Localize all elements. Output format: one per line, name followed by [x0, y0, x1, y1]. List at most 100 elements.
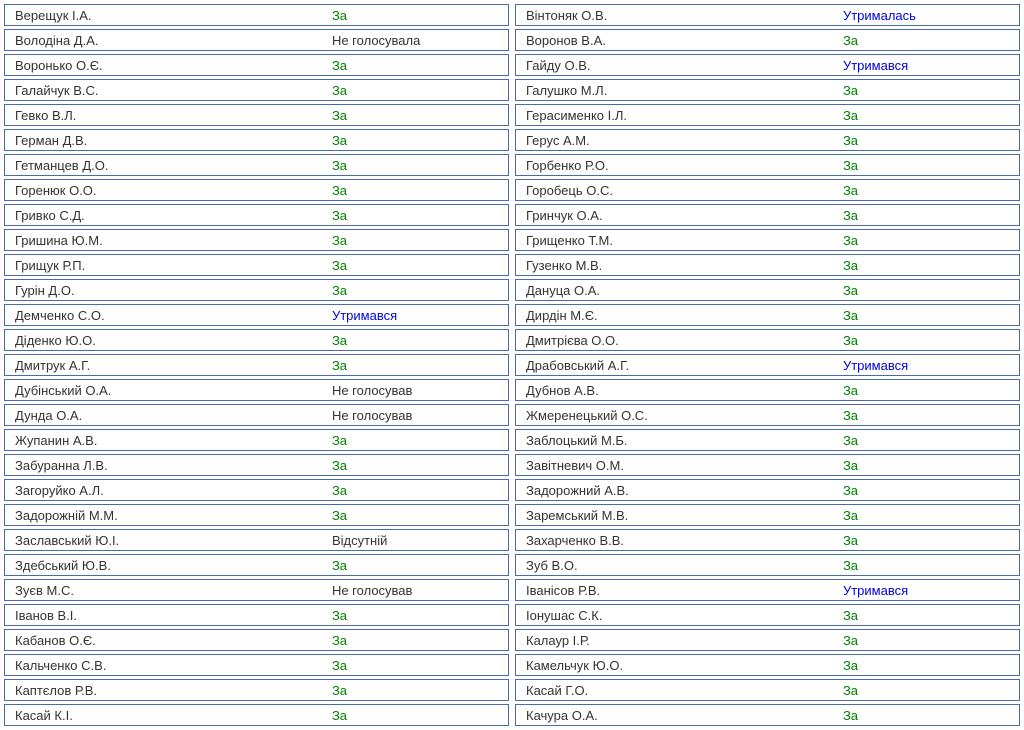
- deputy-name: Іонушас С.К.: [516, 608, 839, 623]
- vote-value: За: [839, 558, 1019, 573]
- deputy-name: Дирдін М.Є.: [516, 308, 839, 323]
- vote-value: За: [839, 708, 1019, 723]
- vote-row: Задорожний А.В.За: [515, 479, 1020, 501]
- vote-row: Качура О.А.За: [515, 704, 1020, 726]
- vote-row: Дубнов А.В.За: [515, 379, 1020, 401]
- vote-row: Грищенко Т.М.За: [515, 229, 1020, 251]
- vote-value: За: [839, 108, 1019, 123]
- vote-value: За: [839, 158, 1019, 173]
- vote-row: Жупанин А.В.За: [4, 429, 509, 451]
- vote-value: За: [328, 558, 508, 573]
- vote-row: Дмитрук А.Г.За: [4, 354, 509, 376]
- vote-row: Камельчук Ю.О.За: [515, 654, 1020, 676]
- deputy-name: Камельчук Ю.О.: [516, 658, 839, 673]
- deputy-name: Здебський Ю.В.: [5, 558, 328, 573]
- vote-row: Діденко Ю.О.За: [4, 329, 509, 351]
- vote-value: За: [328, 708, 508, 723]
- vote-row: Кальченко С.В.За: [4, 654, 509, 676]
- vote-row: Зуб В.О.За: [515, 554, 1020, 576]
- deputy-name: Герус А.М.: [516, 133, 839, 148]
- deputy-name: Іванісов Р.В.: [516, 583, 839, 598]
- vote-row: Демченко С.О.Утримався: [4, 304, 509, 326]
- deputy-name: Грищенко Т.М.: [516, 233, 839, 248]
- vote-value: За: [328, 433, 508, 448]
- vote-value: За: [328, 208, 508, 223]
- vote-value: Не голосувала: [328, 33, 508, 48]
- vote-value: За: [328, 108, 508, 123]
- vote-value: Не голосував: [328, 583, 508, 598]
- vote-value: За: [839, 83, 1019, 98]
- deputy-name: Завітневич О.М.: [516, 458, 839, 473]
- vote-value: Утримався: [839, 583, 1019, 598]
- vote-value: За: [839, 458, 1019, 473]
- vote-row: Заблоцький М.Б.За: [515, 429, 1020, 451]
- vote-value: За: [839, 208, 1019, 223]
- vote-value: За: [328, 58, 508, 73]
- deputy-name: Дмитрук А.Г.: [5, 358, 328, 373]
- deputy-name: Гевко В.Л.: [5, 108, 328, 123]
- vote-row: Володіна Д.А.Не голосувала: [4, 29, 509, 51]
- vote-value: За: [328, 508, 508, 523]
- vote-value: За: [839, 683, 1019, 698]
- vote-row: Грищук Р.П.За: [4, 254, 509, 276]
- left-column: Верещук І.А.За Володіна Д.А.Не голосувала…: [4, 4, 509, 726]
- deputy-name: Горобець О.С.: [516, 183, 839, 198]
- vote-row: Іванов В.І.За: [4, 604, 509, 626]
- vote-value: За: [328, 458, 508, 473]
- deputy-name: Дубнов А.В.: [516, 383, 839, 398]
- voting-table: Верещук І.А.За Володіна Д.А.Не голосувала…: [4, 4, 1020, 726]
- deputy-name: Задорожний А.В.: [516, 483, 839, 498]
- vote-row: Калаур І.Р.За: [515, 629, 1020, 651]
- vote-value: За: [839, 508, 1019, 523]
- deputy-name: Галайчук В.С.: [5, 83, 328, 98]
- vote-row: Іонушас С.К.За: [515, 604, 1020, 626]
- vote-value: Утримався: [839, 58, 1019, 73]
- deputy-name: Кальченко С.В.: [5, 658, 328, 673]
- deputy-name: Воронов В.А.: [516, 33, 839, 48]
- vote-row: Дунда О.А.Не голосував: [4, 404, 509, 426]
- vote-value: За: [328, 158, 508, 173]
- vote-row: Заславський Ю.І.Відсутній: [4, 529, 509, 551]
- deputy-name: Демченко С.О.: [5, 308, 328, 323]
- vote-row: Заремський М.В.За: [515, 504, 1020, 526]
- vote-row: Завітневич О.М.За: [515, 454, 1020, 476]
- vote-value: За: [839, 533, 1019, 548]
- deputy-name: Горенюк О.О.: [5, 183, 328, 198]
- vote-row: Дирдін М.Є.За: [515, 304, 1020, 326]
- vote-row: Горенюк О.О.За: [4, 179, 509, 201]
- deputy-name: Герасименко І.Л.: [516, 108, 839, 123]
- deputy-name: Заблоцький М.Б.: [516, 433, 839, 448]
- deputy-name: Гришина Ю.М.: [5, 233, 328, 248]
- vote-row: Галайчук В.С.За: [4, 79, 509, 101]
- deputy-name: Діденко Ю.О.: [5, 333, 328, 348]
- vote-value: За: [839, 483, 1019, 498]
- vote-value: За: [839, 408, 1019, 423]
- deputy-name: Володіна Д.А.: [5, 33, 328, 48]
- vote-row: Верещук І.А.За: [4, 4, 509, 26]
- vote-value: За: [839, 333, 1019, 348]
- vote-row: Зуєв М.С.Не голосував: [4, 579, 509, 601]
- deputy-name: Гузенко М.В.: [516, 258, 839, 273]
- deputy-name: Касай Г.О.: [516, 683, 839, 698]
- vote-value: За: [328, 233, 508, 248]
- vote-value: За: [328, 633, 508, 648]
- vote-value: Утримався: [839, 358, 1019, 373]
- vote-row: Герман Д.В.За: [4, 129, 509, 151]
- vote-value: За: [328, 283, 508, 298]
- deputy-name: Заремський М.В.: [516, 508, 839, 523]
- deputy-name: Гетманцев Д.О.: [5, 158, 328, 173]
- deputy-name: Гурін Д.О.: [5, 283, 328, 298]
- vote-value: За: [328, 133, 508, 148]
- vote-value: За: [839, 383, 1019, 398]
- deputy-name: Касай К.І.: [5, 708, 328, 723]
- vote-value: За: [839, 33, 1019, 48]
- vote-value: За: [328, 8, 508, 23]
- vote-value: Утрималась: [839, 8, 1019, 23]
- vote-value: Відсутній: [328, 533, 508, 548]
- deputy-name: Вінтоняк О.В.: [516, 8, 839, 23]
- vote-value: Утримався: [328, 308, 508, 323]
- vote-row: Гузенко М.В.За: [515, 254, 1020, 276]
- deputy-name: Галушко М.Л.: [516, 83, 839, 98]
- vote-value: За: [328, 658, 508, 673]
- deputy-name: Зуєв М.С.: [5, 583, 328, 598]
